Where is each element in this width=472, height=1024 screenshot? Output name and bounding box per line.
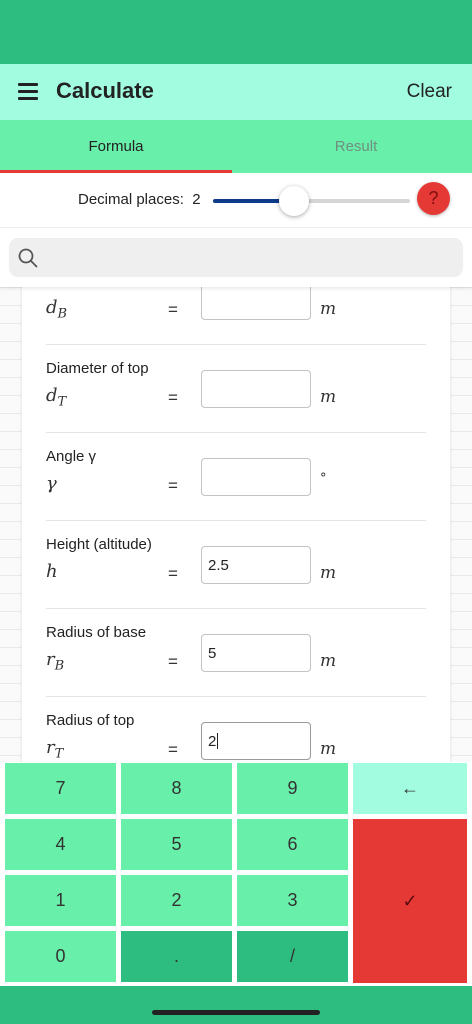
symbol: r (46, 649, 55, 670)
key-7[interactable]: 7 (5, 763, 116, 814)
list-item: Angle γ γ = ° (46, 433, 426, 521)
radius-top-input[interactable]: 2 (201, 722, 311, 760)
symbol: γ (46, 473, 57, 494)
slider-thumb[interactable] (279, 186, 309, 216)
unit-label: m (320, 739, 337, 759)
unit-label: m (320, 651, 337, 671)
unit-label: ° (320, 471, 327, 486)
row-label: Radius of base (46, 624, 147, 641)
key-4[interactable]: 4 (5, 819, 116, 870)
page-title: Calculate (56, 78, 154, 103)
formula-card: dB = m Diameter of top dT = m Angle γ γ … (22, 287, 450, 762)
tab-bar: Formula Result (0, 120, 472, 173)
row-symbol: dT (46, 385, 66, 410)
key-decimal-point[interactable]: . (121, 931, 232, 982)
symbol-subscript: B (54, 658, 65, 674)
row-label: Angle γ (46, 448, 97, 465)
tab-result[interactable]: Result (240, 120, 472, 173)
list-item: Radius of top rT = 2 m (46, 697, 426, 762)
text-caret (217, 733, 219, 749)
decimal-value: 2 (192, 191, 201, 208)
search-bar (0, 227, 472, 287)
unit-label: m (320, 299, 337, 319)
key-6[interactable]: 6 (237, 819, 348, 870)
equals-sign: = (168, 564, 178, 583)
row-symbol: γ (46, 473, 57, 498)
diameter-base-input[interactable] (201, 287, 311, 320)
symbol: d (46, 385, 58, 406)
row-symbol: dB (46, 297, 67, 322)
row-label: Radius of top (46, 712, 135, 729)
symbol: r (46, 737, 55, 758)
list-item: Diameter of top dT = m (46, 345, 426, 433)
key-0[interactable]: 0 (5, 931, 116, 982)
formula-list: dB = m Diameter of top dT = m Angle γ γ … (0, 287, 472, 762)
equals-sign: = (168, 388, 178, 407)
unit-label: m (320, 563, 337, 583)
backspace-key[interactable]: ← (353, 763, 467, 814)
menu-icon[interactable] (18, 83, 38, 100)
equals-sign: = (168, 652, 178, 671)
key-5[interactable]: 5 (121, 819, 232, 870)
key-9[interactable]: 9 (237, 763, 348, 814)
key-3[interactable]: 3 (237, 875, 348, 926)
decimal-label-text: Decimal places: (78, 191, 184, 208)
equals-sign: = (168, 476, 178, 495)
unit-label: m (320, 387, 337, 407)
row-symbol: rT (46, 737, 63, 762)
symbol: h (46, 561, 58, 582)
confirm-key[interactable]: ✓ (353, 819, 467, 983)
search-input[interactable] (9, 238, 463, 277)
key-2[interactable]: 2 (121, 875, 232, 926)
app-bar: Calculate Clear (0, 64, 472, 120)
key-1[interactable]: 1 (5, 875, 116, 926)
key-slash[interactable]: / (237, 931, 348, 982)
help-button[interactable]: ? (417, 182, 450, 215)
search-icon (18, 248, 38, 268)
height-input[interactable]: 2.5 (201, 546, 311, 584)
symbol-subscript: B (57, 306, 68, 322)
clear-button[interactable]: Clear (407, 81, 452, 103)
radius-base-input[interactable]: 5 (201, 634, 311, 672)
navigation-bar (0, 986, 472, 1024)
decimal-places-label: Decimal places: 2 (78, 191, 201, 208)
equals-sign: = (168, 300, 178, 319)
list-item: dB = m (46, 287, 426, 345)
symbol: d (46, 297, 58, 318)
decimal-places-row: Decimal places: 2 ? (0, 173, 472, 227)
diameter-top-input[interactable] (201, 370, 311, 408)
tab-formula[interactable]: Formula (0, 120, 232, 173)
row-symbol: h (46, 561, 58, 586)
list-item: Height (altitude) h = 2.5 m (46, 521, 426, 609)
home-indicator[interactable] (152, 1010, 320, 1015)
key-8[interactable]: 8 (121, 763, 232, 814)
row-label: Diameter of top (46, 360, 149, 377)
decimal-places-slider[interactable] (213, 186, 410, 216)
symbol-subscript: T (57, 394, 67, 410)
numeric-keypad: 7 8 9 ← 4 5 6 ✓ 1 2 3 0 . / (0, 762, 472, 986)
angle-input[interactable] (201, 458, 311, 496)
radius-top-value: 2 (208, 733, 217, 750)
row-symbol: rB (46, 649, 64, 674)
equals-sign: = (168, 740, 178, 759)
status-bar (0, 0, 472, 64)
list-item: Radius of base rB = 5 m (46, 609, 426, 697)
symbol-subscript: T (54, 746, 64, 762)
row-label: Height (altitude) (46, 536, 152, 553)
